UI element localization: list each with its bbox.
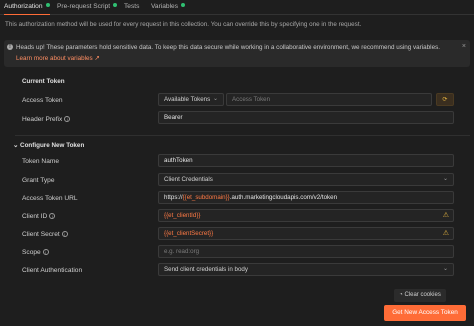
- status-dot-icon: [113, 3, 118, 7]
- token-name-input[interactable]: authToken: [158, 154, 454, 167]
- header-prefix-label-text: Header Prefix: [22, 116, 63, 123]
- warning-icon: ⚠: [442, 230, 449, 237]
- current-token-title: Current Token: [22, 78, 65, 85]
- tab-bar: Authorization Pre-request Script Tests V…: [0, 0, 474, 15]
- chevron-down-icon: ⌄: [442, 176, 448, 182]
- token-name-label: Token Name: [22, 158, 60, 165]
- tab-variables[interactable]: Variables: [151, 3, 185, 15]
- available-tokens-select[interactable]: Available Tokens ⌄: [158, 93, 224, 106]
- help-icon[interactable]: i: [64, 116, 71, 122]
- client-secret-value: {{et_clientSecret}}: [164, 230, 214, 237]
- chevron-down-icon: ⌄: [212, 96, 218, 102]
- tab-variables-label: Variables: [151, 3, 178, 10]
- tab-authorization-label: Authorization: [4, 3, 43, 10]
- auth-description: This authorization method will be used f…: [5, 21, 362, 28]
- get-new-access-token-button[interactable]: Get New Access Token: [384, 305, 466, 321]
- client-secret-label-text: Client Secret: [22, 231, 60, 238]
- chevron-down-icon: ⌄: [13, 142, 21, 149]
- available-tokens-value: Available Tokens: [164, 96, 211, 103]
- header-prefix-value: Bearer: [164, 114, 183, 121]
- header-prefix-input[interactable]: Bearer: [158, 111, 454, 124]
- scope-input[interactable]: e.g. read:org: [158, 245, 454, 258]
- tab-pre-request-label: Pre-request Script: [57, 3, 111, 10]
- tab-authorization[interactable]: Authorization: [4, 3, 50, 15]
- grant-type-label: Grant Type: [22, 177, 55, 184]
- url-variable: {{et_subdomain}}: [182, 194, 230, 201]
- info-icon: !: [7, 44, 13, 50]
- grant-type-select[interactable]: Client Credentials ⌄: [158, 173, 454, 186]
- scope-placeholder: e.g. read:org: [164, 248, 200, 255]
- access-token-placeholder: Access Token: [232, 96, 271, 103]
- client-auth-value: Send client credentials in body: [164, 266, 248, 273]
- configure-new-token-toggle[interactable]: ⌄ Configure New Token: [13, 142, 84, 149]
- access-token-input[interactable]: Access Token: [226, 93, 432, 106]
- access-token-url-input[interactable]: https://{{et_subdomain}}.auth.marketingc…: [158, 191, 454, 204]
- client-auth-select[interactable]: Send client credentials in body ⌄: [158, 263, 454, 276]
- client-id-label-text: Client ID: [22, 213, 48, 220]
- tab-tests-label: Tests: [124, 3, 140, 10]
- learn-more-link[interactable]: Learn more about variables ↗: [16, 55, 100, 62]
- scope-label: Scope i: [22, 249, 49, 256]
- configure-new-token-title: Configure New Token: [20, 142, 85, 149]
- client-id-input[interactable]: {{et_clientId}} ⚠: [158, 209, 454, 222]
- client-id-label: Client ID i: [22, 213, 56, 220]
- client-auth-label: Client Authentication: [22, 267, 83, 274]
- url-suffix: .auth.marketingcloudapis.com/v2/token: [229, 194, 338, 201]
- section-divider: [15, 135, 470, 136]
- client-secret-label: Client Secret i: [22, 231, 68, 238]
- grant-type-value: Client Credentials: [164, 176, 213, 183]
- client-secret-input[interactable]: {{et_clientSecret}} ⚠: [158, 227, 454, 240]
- banner-message: Heads up! These parameters hold sensitiv…: [16, 44, 440, 51]
- help-icon[interactable]: i: [42, 249, 49, 255]
- tab-pre-request-script[interactable]: Pre-request Script: [57, 3, 118, 15]
- warning-icon: ⚠: [442, 212, 449, 219]
- sensitive-data-banner: ! Heads up! These parameters hold sensit…: [4, 40, 470, 67]
- header-prefix-label: Header Prefix i: [22, 116, 71, 123]
- chevron-down-icon: ⌄: [442, 266, 448, 272]
- status-dot-icon: [181, 3, 185, 7]
- clear-cookies-label: Clear cookies: [404, 292, 441, 298]
- client-id-value: {{et_clientId}}: [164, 212, 201, 219]
- help-icon[interactable]: i: [61, 231, 68, 237]
- help-icon[interactable]: i: [49, 213, 56, 219]
- token-name-value: authToken: [164, 157, 193, 164]
- url-prefix: https://: [164, 194, 183, 201]
- clear-cookies-button[interactable]: ◔ Clear cookies: [394, 289, 446, 302]
- access-token-url-label: Access Token URL: [22, 195, 78, 202]
- tab-tests[interactable]: Tests: [124, 3, 139, 15]
- access-token-label: Access Token: [22, 97, 63, 104]
- sync-token-icon[interactable]: ⟳: [436, 93, 454, 106]
- scope-label-text: Scope: [22, 249, 41, 256]
- status-dot-icon: [45, 3, 50, 7]
- close-icon[interactable]: ×: [462, 43, 466, 50]
